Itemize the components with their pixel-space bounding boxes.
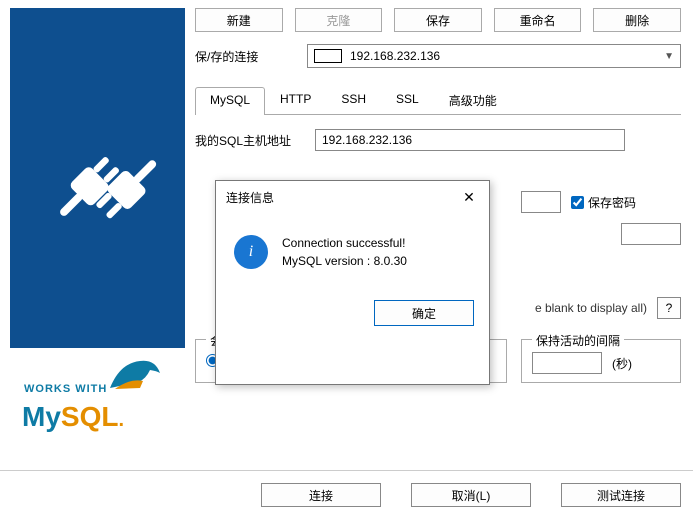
sidebar-logo-panel: WORKS WITH MySQL. xyxy=(0,0,195,470)
tab-advanced[interactable]: 高级功能 xyxy=(434,86,512,114)
rename-button[interactable]: 重命名 xyxy=(494,8,582,32)
saved-conn-value: 192.168.232.136 xyxy=(350,49,440,63)
conn-color-swatch xyxy=(314,49,342,63)
connection-info-dialog: 连接信息 ✕ i Connection successful! MySQL ve… xyxy=(215,180,490,385)
obscured-input-2[interactable] xyxy=(621,223,681,245)
host-label: 我的SQL主机地址 xyxy=(195,132,305,149)
saved-conn-label: 保/存的连接 xyxy=(195,48,295,65)
tab-mysql[interactable]: MySQL xyxy=(195,87,265,115)
test-connection-button[interactable]: 测试连接 xyxy=(561,483,681,507)
host-input[interactable] xyxy=(315,129,625,151)
db-hint-text: e blank to display all) xyxy=(535,301,647,315)
help-button[interactable]: ? xyxy=(657,297,681,319)
keep-alive-fieldset: 保持活动的间隔 (秒) xyxy=(521,339,681,383)
info-icon: i xyxy=(234,235,268,269)
chevron-down-icon: ▼ xyxy=(664,51,674,62)
dialog-message: Connection successful! MySQL version : 8… xyxy=(282,234,407,270)
save-button[interactable]: 保存 xyxy=(394,8,482,32)
dolphin-icon xyxy=(105,353,165,393)
ok-button[interactable]: 确定 xyxy=(374,300,474,326)
keep-alive-input[interactable] xyxy=(532,352,602,374)
dialog-title: 连接信息 xyxy=(226,189,274,206)
keep-alive-title: 保持活动的间隔 xyxy=(532,332,624,349)
new-button[interactable]: 新建 xyxy=(195,8,283,32)
tab-http[interactable]: HTTP xyxy=(265,86,326,114)
save-password-box[interactable] xyxy=(571,196,584,209)
saved-conn-select[interactable]: 192.168.232.136 ▼ xyxy=(307,44,681,68)
bottom-bar: 连接 取消(L) 测试连接 xyxy=(0,470,693,519)
keep-alive-unit: (秒) xyxy=(612,355,632,372)
delete-button[interactable]: 删除 xyxy=(593,8,681,32)
clone-button[interactable]: 克隆 xyxy=(295,8,383,32)
works-with-text: WORKS WITH xyxy=(24,383,107,395)
tab-ssl[interactable]: SSL xyxy=(381,86,434,114)
close-icon[interactable]: ✕ xyxy=(459,189,479,206)
connect-button[interactable]: 连接 xyxy=(261,483,381,507)
tab-ssh[interactable]: SSH xyxy=(326,86,381,114)
mysql-text: MySQL. xyxy=(22,401,124,433)
obscured-input-1[interactable] xyxy=(521,191,561,213)
plug-graphic xyxy=(10,8,185,348)
mysql-logo: WORKS WITH MySQL. xyxy=(10,348,185,443)
save-password-checkbox[interactable]: 保存密码 xyxy=(571,194,681,211)
cancel-button[interactable]: 取消(L) xyxy=(411,483,531,507)
tabs-bar: MySQL HTTP SSH SSL 高级功能 xyxy=(195,86,681,115)
